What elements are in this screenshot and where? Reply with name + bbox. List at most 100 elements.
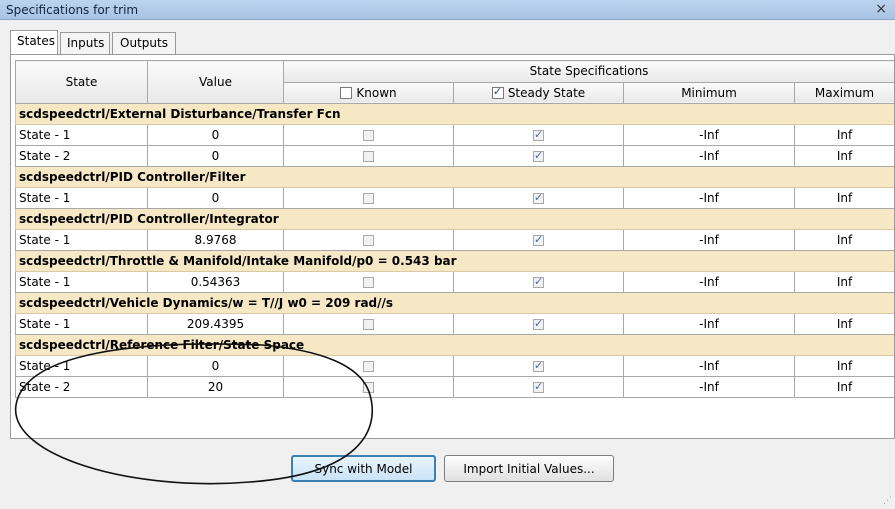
known-checkbox[interactable]	[363, 235, 374, 246]
resize-grip-icon[interactable]: ⋰	[883, 496, 892, 506]
table-row[interactable]: State - 10 -InfInf	[15, 187, 894, 209]
group-row[interactable]: scdspeedctrl/External Disturbance/Transf…	[15, 103, 894, 125]
minimum-cell[interactable]: -Inf	[623, 229, 795, 251]
group-block-path: scdspeedctrl/Throttle & Manifold/Intake …	[15, 250, 894, 272]
maximum-cell[interactable]: Inf	[794, 187, 894, 209]
known-checkbox[interactable]	[363, 193, 374, 204]
maximum-cell[interactable]: Inf	[794, 355, 894, 377]
table-row[interactable]: State - 220 -InfInf	[15, 376, 894, 398]
known-cell[interactable]	[283, 145, 454, 167]
tab-inputs[interactable]: Inputs	[60, 32, 110, 54]
value-cell[interactable]: 0.54363	[147, 271, 284, 293]
value-cell[interactable]: 209.4395	[147, 313, 284, 335]
value-cell[interactable]: 0	[147, 124, 284, 146]
value-cell[interactable]: 0	[147, 145, 284, 167]
known-header-label: Known	[356, 85, 397, 100]
known-cell[interactable]	[283, 376, 454, 398]
maximum-cell[interactable]: Inf	[794, 229, 894, 251]
steady-state-cell[interactable]	[453, 124, 624, 146]
steady-state-cell[interactable]	[453, 229, 624, 251]
value-cell[interactable]: 20	[147, 376, 284, 398]
steady-state-checkbox[interactable]	[533, 275, 544, 288]
group-row[interactable]: scdspeedctrl/Reference Filter/State Spac…	[15, 334, 894, 356]
steady-state-checkbox[interactable]	[533, 128, 544, 141]
value-cell[interactable]: 0	[147, 187, 284, 209]
steady-state-cell[interactable]	[453, 355, 624, 377]
minimum-cell[interactable]: -Inf	[623, 313, 795, 335]
table-row[interactable]: State - 1209.4395 -InfInf	[15, 313, 894, 335]
column-header-value: Value	[147, 60, 284, 104]
minimum-cell[interactable]: -Inf	[623, 376, 795, 398]
known-cell[interactable]	[283, 229, 454, 251]
column-header-minimum: Minimum	[623, 81, 795, 104]
steady-state-cell[interactable]	[453, 271, 624, 293]
title-bar: Specifications for trim ×	[0, 0, 895, 20]
known-checkbox[interactable]	[363, 277, 374, 288]
steady-state-header-checkbox[interactable]	[491, 85, 504, 99]
known-cell[interactable]	[283, 313, 454, 335]
known-checkbox[interactable]	[363, 151, 374, 162]
group-block-path: scdspeedctrl/Reference Filter/State Spac…	[15, 334, 894, 356]
close-icon[interactable]: ×	[875, 1, 887, 17]
table-row[interactable]: State - 18.9768 -InfInf	[15, 229, 894, 251]
state-specifications-table[interactable]: State Value State Specifications Known S…	[15, 60, 894, 438]
known-checkbox[interactable]	[363, 382, 374, 393]
maximum-cell[interactable]: Inf	[794, 271, 894, 293]
minimum-cell[interactable]: -Inf	[623, 187, 795, 209]
import-initial-values-button[interactable]: Import Initial Values...	[444, 455, 614, 482]
known-cell[interactable]	[283, 355, 454, 377]
column-header-maximum: Maximum	[794, 81, 894, 104]
steady-state-checkbox[interactable]	[533, 359, 544, 372]
tab-outputs[interactable]: Outputs	[112, 32, 176, 54]
table-row[interactable]: State - 10 -InfInf	[15, 124, 894, 146]
state-cell[interactable]: State - 1	[15, 271, 148, 293]
known-cell[interactable]	[283, 271, 454, 293]
value-cell[interactable]: 0	[147, 355, 284, 377]
group-block-path: scdspeedctrl/PID Controller/Integrator	[15, 208, 894, 230]
sync-with-model-button[interactable]: Sync with Model	[291, 455, 436, 482]
steady-state-checkbox[interactable]	[533, 317, 544, 330]
minimum-cell[interactable]: -Inf	[623, 124, 795, 146]
state-cell[interactable]: State - 1	[15, 313, 148, 335]
minimum-cell[interactable]: -Inf	[623, 355, 795, 377]
steady-state-header-label: Steady State	[507, 85, 586, 100]
window-title: Specifications for trim	[6, 3, 139, 17]
known-checkbox[interactable]	[363, 130, 374, 141]
maximum-cell[interactable]: Inf	[794, 145, 894, 167]
table-row[interactable]: State - 10.54363 -InfInf	[15, 271, 894, 293]
steady-state-cell[interactable]	[453, 376, 624, 398]
steady-state-checkbox[interactable]	[533, 380, 544, 393]
minimum-cell[interactable]: -Inf	[623, 145, 795, 167]
state-cell[interactable]: State - 1	[15, 229, 148, 251]
table-row[interactable]: State - 10 -InfInf	[15, 355, 894, 377]
known-cell[interactable]	[283, 187, 454, 209]
column-header-steady-state: Steady State	[453, 81, 624, 104]
state-cell[interactable]: State - 2	[15, 145, 148, 167]
known-checkbox[interactable]	[363, 319, 374, 330]
states-panel: State Value State Specifications Known S…	[10, 54, 895, 439]
group-row[interactable]: scdspeedctrl/PID Controller/Filter	[15, 166, 894, 188]
steady-state-cell[interactable]	[453, 145, 624, 167]
maximum-cell[interactable]: Inf	[794, 124, 894, 146]
steady-state-cell[interactable]	[453, 313, 624, 335]
minimum-cell[interactable]: -Inf	[623, 271, 795, 293]
known-header-checkbox[interactable]	[340, 86, 353, 99]
state-cell[interactable]: State - 1	[15, 187, 148, 209]
steady-state-cell[interactable]	[453, 187, 624, 209]
steady-state-checkbox[interactable]	[533, 191, 544, 204]
state-cell[interactable]: State - 1	[15, 124, 148, 146]
maximum-cell[interactable]: Inf	[794, 313, 894, 335]
maximum-cell[interactable]: Inf	[794, 376, 894, 398]
tab-states[interactable]: States	[10, 30, 58, 54]
group-row[interactable]: scdspeedctrl/Throttle & Manifold/Intake …	[15, 250, 894, 272]
state-cell[interactable]: State - 1	[15, 355, 148, 377]
table-row[interactable]: State - 20 -InfInf	[15, 145, 894, 167]
steady-state-checkbox[interactable]	[533, 233, 544, 246]
known-cell[interactable]	[283, 124, 454, 146]
value-cell[interactable]: 8.9768	[147, 229, 284, 251]
steady-state-checkbox[interactable]	[533, 149, 544, 162]
state-cell[interactable]: State - 2	[15, 376, 148, 398]
known-checkbox[interactable]	[363, 361, 374, 372]
group-row[interactable]: scdspeedctrl/PID Controller/Integrator	[15, 208, 894, 230]
group-row[interactable]: scdspeedctrl/Vehicle Dynamics/w = T//J w…	[15, 292, 894, 314]
